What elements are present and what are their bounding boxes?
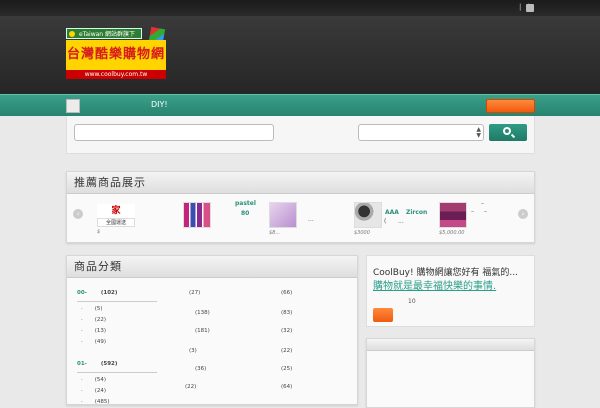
select-arrows-icon: ▲ ▼ <box>476 126 481 139</box>
coolbuy-promo: CoolBuy! 購物網讓您好有 福氣的... 購物就是最幸福快樂的事情. 10 <box>366 255 535 327</box>
product-thumbnail <box>269 202 297 228</box>
category-item[interactable]: · (13) <box>77 326 157 337</box>
carousel-item-title[interactable]: Zircon <box>406 209 427 216</box>
carousel-dash: – <box>484 208 487 215</box>
logo-text: 台灣酷樂購物網 <box>66 40 166 70</box>
home-icon[interactable] <box>66 99 80 113</box>
category-item[interactable]: · (54) <box>77 375 157 386</box>
carousel-item-price: $ <box>97 229 101 235</box>
carousel-item-price: $3000 <box>354 230 370 236</box>
carousel-item-title[interactable]: pastel <box>235 200 256 207</box>
side-panel-header <box>367 339 534 351</box>
category-item[interactable]: (32) <box>261 326 345 346</box>
carousel-item[interactable]: $5,000.00 <box>439 202 467 236</box>
category-item[interactable]: (83) <box>261 308 345 326</box>
category-item[interactable]: (27) <box>167 288 251 308</box>
promo-link[interactable]: 購物就是最幸福快樂的事情. <box>373 277 496 292</box>
featured-carousel: 推薦商品展示 ‹ › 家 全國運送 $ $8... $3000 $5,000.0… <box>66 171 535 243</box>
logo-badge: eTaiwan 網站群旗下 <box>66 28 142 39</box>
carousel-dash: – <box>481 200 484 207</box>
carousel-next-button[interactable]: › <box>518 209 528 219</box>
search-input[interactable] <box>74 124 274 141</box>
category-column-2: (27) (138) (181) (3) (36) (22) <box>167 288 251 393</box>
carousel-item-title[interactable]: 80 <box>241 210 249 217</box>
category-item[interactable]: (22) <box>167 382 251 393</box>
carousel-dash: – <box>471 208 474 215</box>
category-item[interactable]: · (485) <box>77 397 157 408</box>
category-item[interactable]: (25) <box>261 364 345 382</box>
carousel-item-price: $5,000.00 <box>439 230 465 236</box>
category-item[interactable]: · (22) <box>77 315 157 326</box>
category-item[interactable]: · (49) <box>77 337 157 348</box>
category-column-1: 00- (102) · (5) · (22) · (13) · (49) 01- (59… <box>77 288 157 408</box>
header: eTaiwan 網站群旗下 台灣酷樂購物網 www.coolbuy.com.tw <box>0 16 600 94</box>
nav-action-button[interactable] <box>486 99 535 113</box>
carousel-item[interactable]: $3000 <box>354 202 382 236</box>
search-icon <box>503 127 511 135</box>
carousel-item[interactable]: 家 全國運送 $ <box>97 204 135 235</box>
search-bar: ▲ ▼ <box>66 116 535 154</box>
carousel-item[interactable] <box>183 202 211 228</box>
category-column-3: (66) (83) (32) (22) (25) (64) <box>261 288 345 393</box>
carousel-item-label: 全國運送 <box>97 218 135 227</box>
category-panel: 商品分類 00- (102) · (5) · (22) · (13) · (49) 01… <box>66 255 358 405</box>
carousel-prev-button[interactable]: ‹ <box>73 209 83 219</box>
category-item[interactable]: (3) <box>167 346 251 364</box>
promo-count: 10 <box>408 298 416 305</box>
category-item[interactable]: 01- (592) <box>77 359 157 370</box>
carousel-item-price: $8... <box>269 230 281 236</box>
category-item[interactable]: (36) <box>167 364 251 382</box>
logo-url: www.coolbuy.com.tw <box>66 70 166 79</box>
category-title: 商品分類 <box>67 256 357 278</box>
product-thumbnail <box>354 202 382 228</box>
nav-item-diy[interactable]: DIY! <box>151 100 168 109</box>
category-select[interactable]: ▲ ▼ <box>358 124 484 141</box>
carousel-item-title[interactable]: ... <box>308 216 314 223</box>
carousel-item[interactable]: $8... <box>269 202 297 236</box>
category-item[interactable]: (64) <box>261 382 345 393</box>
carousel-item-title[interactable]: ( <box>384 218 386 225</box>
category-item[interactable]: · (24) <box>77 386 157 397</box>
promo-button[interactable] <box>373 308 393 322</box>
category-item[interactable]: (66) <box>261 288 345 308</box>
product-thumbnail <box>439 202 467 228</box>
category-item[interactable]: (22) <box>261 346 345 364</box>
carousel-item-title[interactable]: AAA <box>385 209 399 216</box>
site-logo[interactable]: eTaiwan 網站群旗下 台灣酷樂購物網 www.coolbuy.com.tw <box>66 26 166 80</box>
main-nav: DIY! <box>0 94 600 116</box>
carousel-item-title[interactable]: ... <box>398 218 404 225</box>
rss-icon[interactable] <box>526 4 534 12</box>
category-item[interactable]: (138) <box>167 308 251 326</box>
category-item[interactable]: (181) <box>167 326 251 346</box>
product-thumbnail <box>183 202 211 228</box>
category-item[interactable]: · (5) <box>77 304 157 315</box>
search-button[interactable] <box>489 124 527 141</box>
side-panel <box>366 338 535 408</box>
carousel-title: 推薦商品展示 <box>67 172 534 194</box>
top-bar: | | <box>0 0 600 16</box>
category-item[interactable]: 00- (102) <box>77 288 157 299</box>
